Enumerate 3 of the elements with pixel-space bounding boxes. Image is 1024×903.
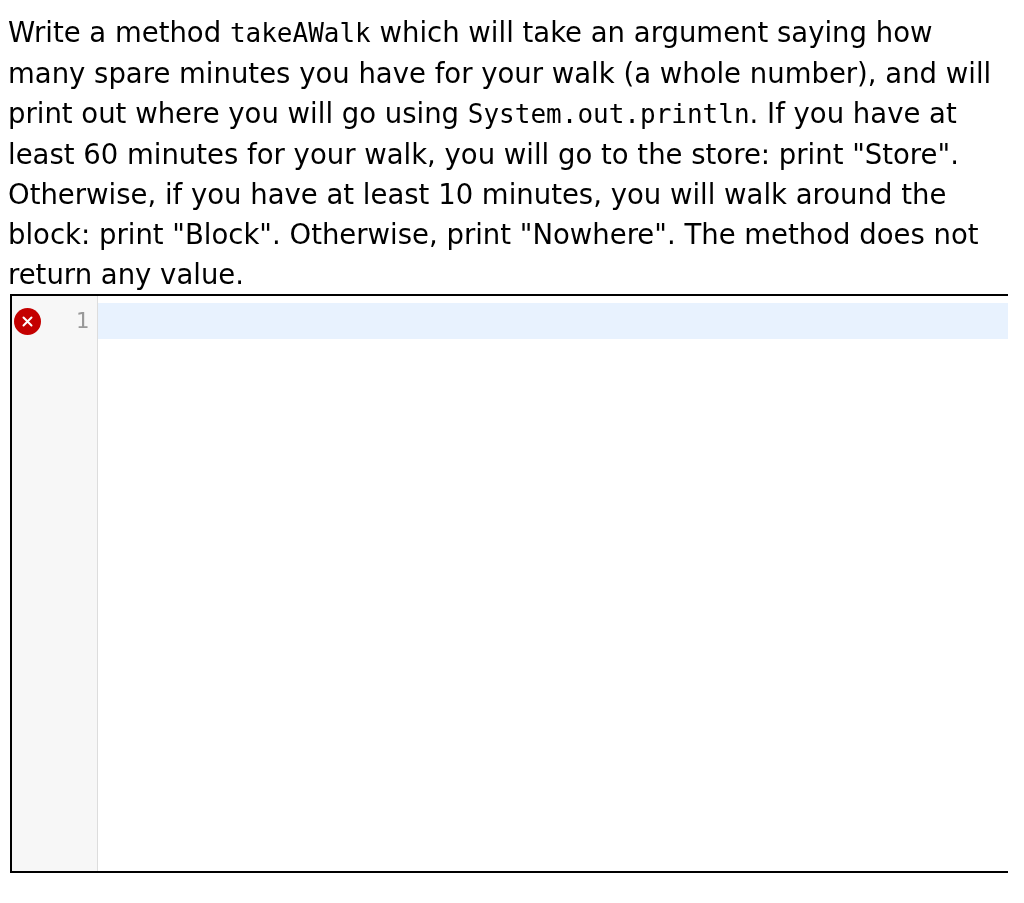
line-number: 1 <box>75 307 89 335</box>
instructions-paragraph: Write a method takeAWalk which will take an argument saying how many spare minutes you have for your walk (a whole number), and will print out where you will go using System.out.println. If you have at least 60 minutes for your walk, you will go to the store: print "Store". Otherwise, if you have at least 10 minutes, you will walk around the block: print "Block". Otherwise, print "Nowhere". The method does not return any value. <box>7 15 993 292</box>
code-editor[interactable]: 1 <box>10 294 1008 873</box>
